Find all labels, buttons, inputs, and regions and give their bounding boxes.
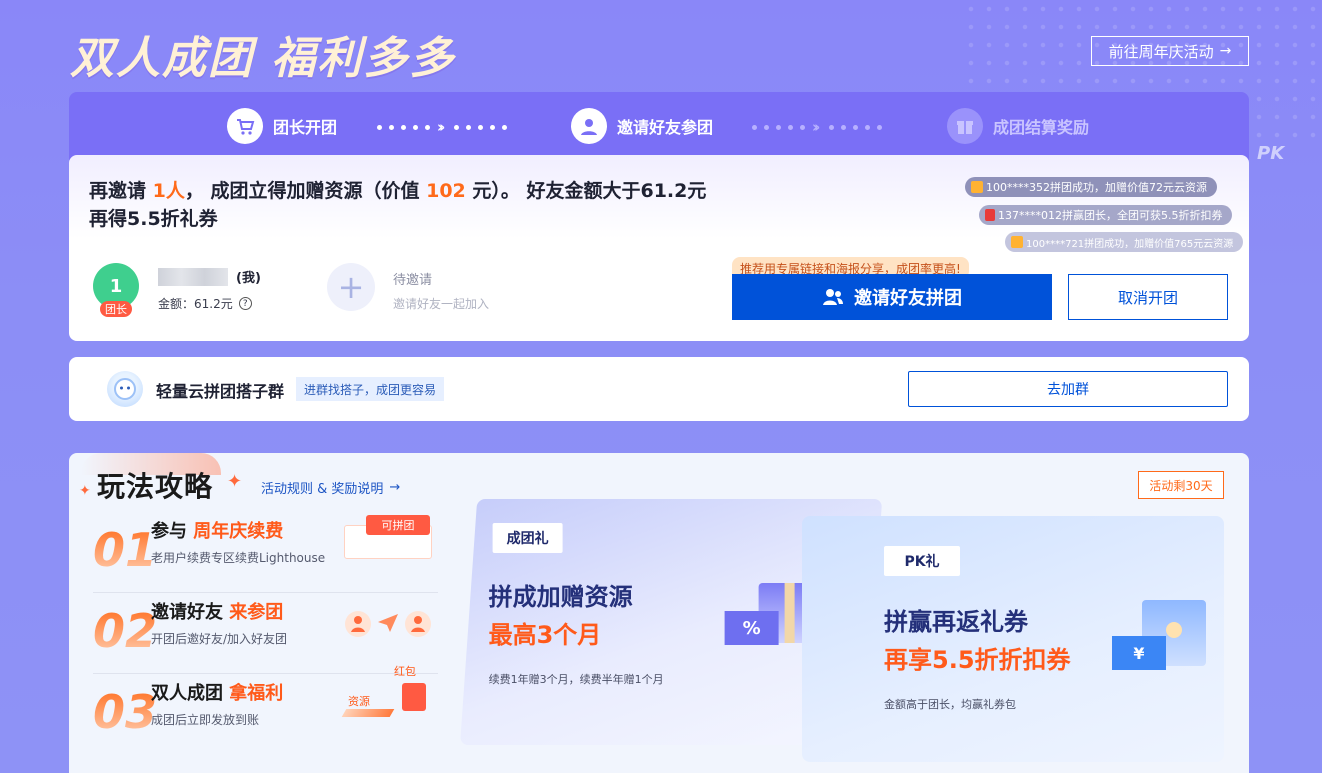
cart-icon bbox=[227, 108, 263, 144]
reward-highlight: 再享5.5折折扣券 bbox=[884, 646, 1071, 674]
step-title-text: 双人成团 bbox=[151, 683, 230, 704]
user-icon bbox=[571, 108, 607, 144]
guide-step: 01 参与 周年庆续费 老用户续费专区续费Lighthouse 可拼团 bbox=[93, 513, 438, 593]
red-packet-label: 红包 bbox=[394, 665, 416, 678]
step-leader-open: 团长开团 bbox=[227, 108, 337, 144]
mascot-icon bbox=[107, 371, 143, 407]
ticker-item: 100****721拼团成功，加赠价值765元云资源 bbox=[1005, 232, 1244, 252]
amount-text: 金额：61.2元 bbox=[158, 297, 233, 311]
invite-message: 再邀请 1人， 成团立得加赠资源（价值 102 元）。 好友金额大于61.2元 … bbox=[89, 177, 749, 233]
invite-card: 再邀请 1人， 成团立得加赠资源（价值 102 元）。 好友金额大于61.2元 … bbox=[69, 143, 1284, 341]
reward-note: 续费1年赠3个月，续费半年赠1个月 bbox=[488, 673, 664, 686]
ticker-text: 100****721拼团成功，加赠价值765元云资源 bbox=[1026, 238, 1234, 250]
step-label: 团长开团 bbox=[273, 118, 338, 137]
reward-tag: PK礼 bbox=[884, 546, 960, 576]
member-amount: 金额：61.2元 ? bbox=[158, 295, 252, 312]
step-settle-reward: 成团结算奖励 bbox=[947, 108, 1089, 144]
reward-note: 金额高于团长，均赢礼券包 bbox=[884, 698, 1016, 711]
invite-button-label: 邀请好友拼团 bbox=[854, 288, 962, 309]
guide-card: ✦ 玩法攻略 ✦ 活动规则 & 奖励说明 → 活动剩30天 01 参与 周年庆续… bbox=[69, 453, 1249, 773]
invite-text: 再得5.5折礼券 bbox=[89, 208, 218, 230]
step-title-text: 邀请好友 bbox=[151, 602, 230, 623]
reward-headline: 拼成加赠资源 bbox=[488, 583, 633, 611]
step-title: 参与 周年庆续费 bbox=[151, 517, 283, 543]
gift-icon bbox=[971, 181, 983, 193]
rules-link-label: 活动规则 & 奖励说明 bbox=[261, 482, 384, 497]
step-title-text: 参与 bbox=[151, 521, 194, 542]
step-title-highlight: 来参团 bbox=[229, 602, 284, 623]
pending-label: 待邀请 bbox=[393, 273, 433, 288]
reward-highlight: 最高3个月 bbox=[488, 621, 602, 649]
member-name: (我) bbox=[158, 267, 261, 286]
resource-label: 资源 bbox=[348, 695, 370, 708]
ticker-text: 100****352拼团成功，加赠价值72元云资源 bbox=[986, 181, 1207, 194]
red-packet-icon bbox=[985, 209, 995, 221]
step-title: 双人成团 拿福利 bbox=[151, 679, 283, 705]
group-title: 轻量云拼团搭子群 bbox=[156, 382, 285, 401]
pk-watermark: PK bbox=[1257, 143, 1285, 164]
users-icon bbox=[823, 289, 843, 305]
sparkle-icon: ✦ bbox=[227, 471, 243, 492]
step-title: 邀请好友 来参团 bbox=[151, 598, 283, 624]
step-label: 成团结算奖励 bbox=[993, 118, 1090, 137]
reward-illustration: 红包 资源 bbox=[341, 663, 432, 723]
ticker-text: 137****012拼赢团长，全团可获5.5折折扣券 bbox=[998, 209, 1223, 222]
goto-label: 前往周年庆活动 bbox=[1108, 42, 1214, 61]
red-packet-icon bbox=[402, 683, 426, 711]
invite-illustration bbox=[344, 596, 432, 644]
arrow-right-icon: → bbox=[1219, 43, 1232, 59]
group-badge: 可拼团 bbox=[366, 515, 430, 535]
guide-step: 03 双人成团 拿福利 成团后立即发放到账 红包 资源 bbox=[93, 665, 438, 755]
invite-count: 1人 bbox=[152, 180, 185, 202]
sparkle-icon: ✦ bbox=[79, 483, 91, 499]
step-desc: 开团后邀好友/加入好友团 bbox=[151, 632, 288, 646]
me-label: (我) bbox=[236, 271, 261, 286]
step-desc: 老用户续费专区续费Lighthouse bbox=[151, 551, 326, 565]
group-chat-card: 轻量云拼团搭子群 进群找搭子，成团更容易 去加群 bbox=[69, 357, 1249, 421]
step-connector: ›› bbox=[752, 120, 883, 135]
step-invite-friends: 邀请好友参团 bbox=[571, 108, 713, 144]
blurred-name bbox=[158, 267, 228, 286]
step-desc: 成团后立即发放到账 bbox=[151, 713, 260, 727]
step-number: 02 bbox=[93, 604, 158, 658]
days-left-badge: 活动剩30天 bbox=[1138, 471, 1224, 499]
gift-icon bbox=[947, 108, 983, 144]
invite-text: ， 成团立得加赠资源（价值 bbox=[184, 180, 427, 202]
step-label: 邀请好友参团 bbox=[617, 118, 714, 137]
reward-card-pk: PK礼 拼赢再返礼券 再享5.5折折扣券 金额高于团长，均赢礼券包 ¥ bbox=[802, 516, 1224, 762]
gift-icon bbox=[1011, 236, 1023, 248]
percent-icon: % bbox=[724, 611, 779, 645]
cancel-group-button[interactable]: 取消开团 bbox=[1068, 274, 1228, 320]
step-number: 01 bbox=[93, 523, 158, 577]
progress-steps: 团长开团 ›› 邀请好友参团 ›› 成团结算奖励 bbox=[69, 92, 1249, 160]
reward-tag: 成团礼 bbox=[492, 523, 563, 553]
reward-headline: 拼赢再返礼券 bbox=[884, 608, 1028, 636]
help-icon[interactable]: ? bbox=[238, 297, 252, 310]
step-number: 03 bbox=[93, 685, 158, 739]
page-headline: 双人成团 福利多多 bbox=[70, 33, 456, 84]
invite-text: 再邀请 bbox=[89, 180, 153, 202]
guide-step: 02 邀请好友 来参团 开团后邀好友/加入好友团 bbox=[93, 594, 438, 674]
ticker-item: 137****012拼赢团长，全团可获5.5折折扣券 bbox=[979, 205, 1233, 225]
yen-icon: ¥ bbox=[1112, 636, 1166, 670]
group-buy-illustration: 可拼团 bbox=[344, 515, 432, 563]
add-member-icon[interactable]: + bbox=[327, 263, 375, 311]
leader-badge: 团长 bbox=[100, 301, 132, 317]
ticker-item: 100****352拼团成功，加赠价值72元云资源 bbox=[965, 177, 1217, 197]
invite-text: 元）。 好友金额大于61.2元 bbox=[465, 180, 707, 202]
step-connector: ›› bbox=[377, 120, 508, 135]
invite-friends-button[interactable]: 邀请好友拼团 bbox=[732, 274, 1052, 320]
step-title-highlight: 周年庆续费 bbox=[193, 521, 284, 542]
arrow-right-icon: → bbox=[389, 480, 401, 495]
goto-anniversary-button[interactable]: 前往周年庆活动 → bbox=[1091, 36, 1249, 66]
step-title-highlight: 拿福利 bbox=[229, 683, 284, 704]
rules-link[interactable]: 活动规则 & 奖励说明 → bbox=[261, 478, 400, 497]
group-tag: 进群找搭子，成团更容易 bbox=[296, 377, 445, 401]
join-group-button[interactable]: 去加群 bbox=[908, 371, 1228, 407]
invite-value: 102 bbox=[426, 180, 466, 202]
guide-title: 玩法攻略 bbox=[97, 470, 214, 503]
pending-sub: 邀请好友一起加入 bbox=[393, 297, 490, 311]
